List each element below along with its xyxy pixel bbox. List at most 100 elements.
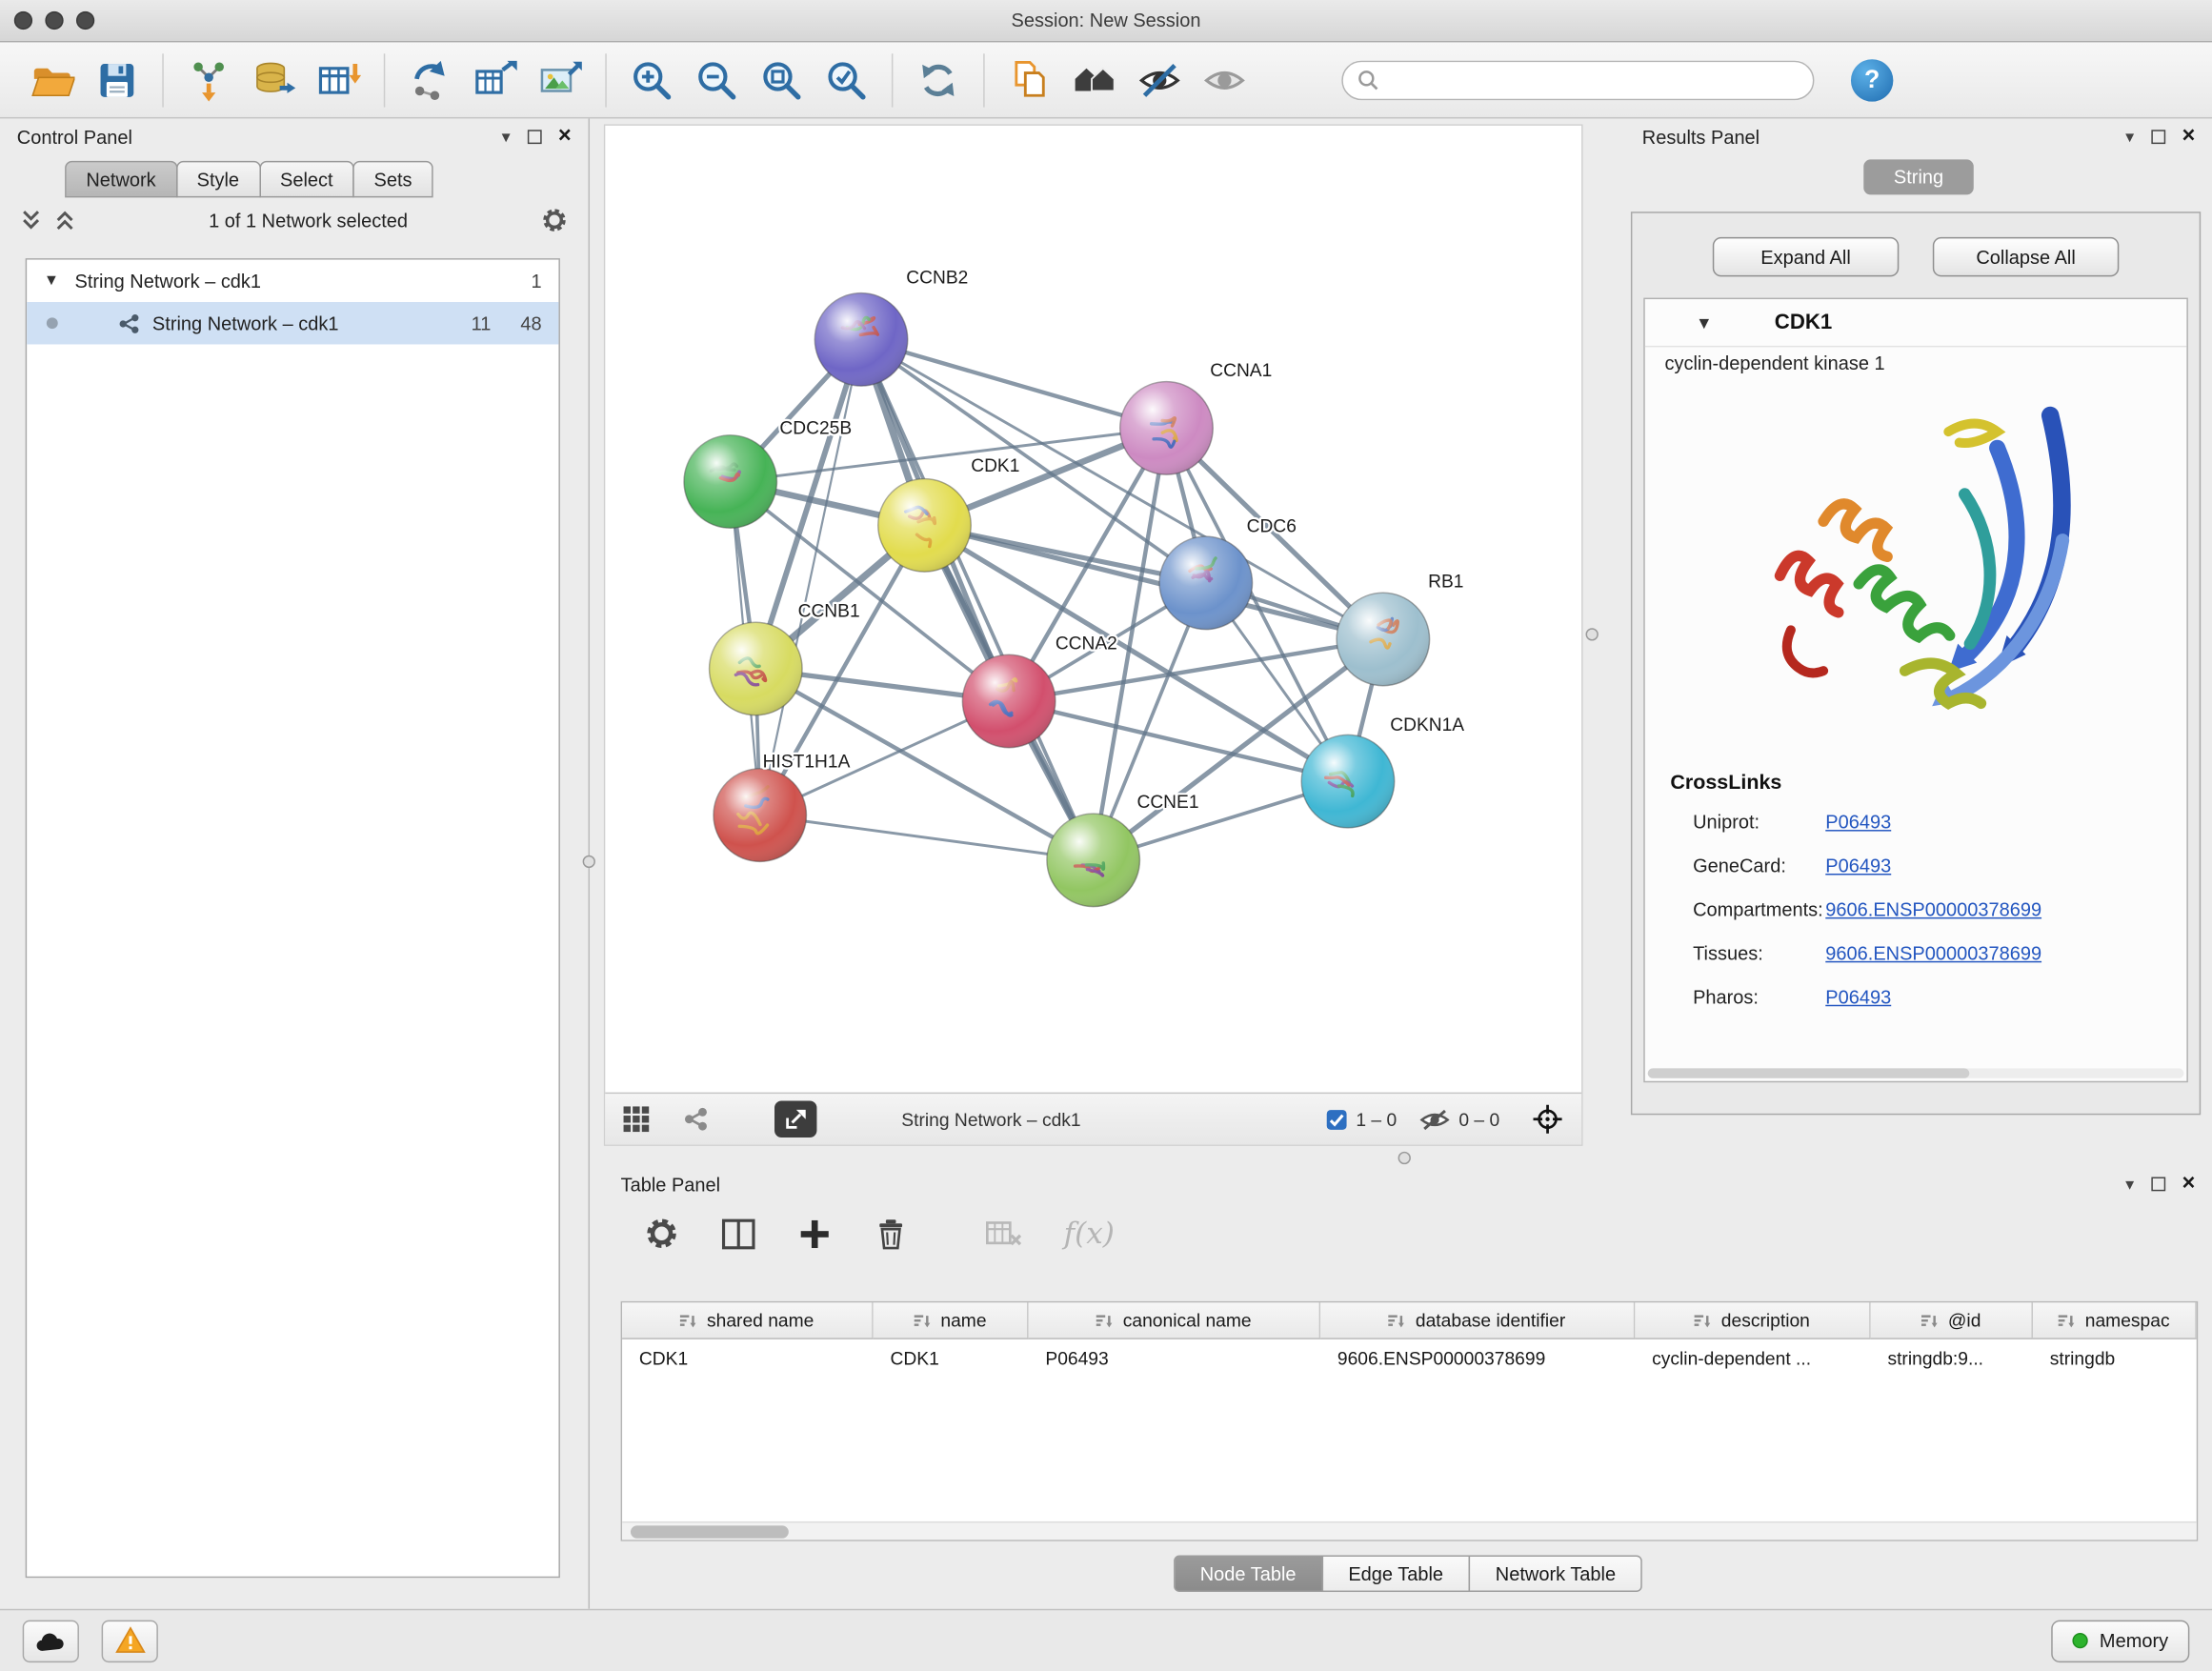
- network-node-hist1h1a[interactable]: HIST1H1A: [714, 752, 851, 861]
- apply-layout-button[interactable]: [906, 48, 971, 112]
- search-input[interactable]: [1387, 70, 1799, 91]
- zoom-in-button[interactable]: [619, 48, 684, 112]
- tab-select[interactable]: Select: [259, 161, 354, 198]
- tree-expander-icon[interactable]: ▼: [44, 272, 64, 290]
- tab-edge-table[interactable]: Edge Table: [1321, 1556, 1470, 1593]
- column-header-shared-name[interactable]: shared name: [622, 1302, 874, 1339]
- crosslink-link[interactable]: P06493: [1825, 986, 1891, 1007]
- network-node-ccna1[interactable]: CCNA1: [1120, 361, 1273, 474]
- close-window-button[interactable]: [14, 11, 32, 30]
- table-settings-button[interactable]: [637, 1210, 685, 1258]
- export-view-button[interactable]: [774, 1100, 816, 1137]
- panel-close-icon[interactable]: ×: [558, 126, 572, 149]
- column-header-id[interactable]: @id: [1871, 1302, 2033, 1339]
- zoom-selected-button[interactable]: [814, 48, 878, 112]
- collapse-caret-icon[interactable]: ▼: [1696, 312, 1713, 332]
- results-scrollbar[interactable]: [1648, 1068, 2184, 1077]
- documents-button[interactable]: [997, 48, 1062, 112]
- maximize-window-button[interactable]: [76, 11, 94, 30]
- tab-network-table[interactable]: Network Table: [1469, 1556, 1643, 1593]
- warnings-button[interactable]: [102, 1620, 158, 1661]
- expand-all-button[interactable]: Expand All: [1713, 237, 1899, 276]
- panel-float-icon[interactable]: [527, 130, 541, 144]
- network-collection-row[interactable]: ▼ String Network – cdk1 1: [27, 260, 558, 302]
- network-node-rb1[interactable]: RB1: [1337, 572, 1463, 685]
- horizontal-splitter-handle[interactable]: [1398, 1152, 1411, 1164]
- column-header-description[interactable]: description: [1635, 1302, 1870, 1339]
- minimize-window-button[interactable]: [45, 11, 63, 30]
- network-node-cdkn1a[interactable]: CDKN1A: [1301, 715, 1464, 828]
- import-network-file-button[interactable]: [176, 48, 241, 112]
- table-horizontal-scrollbar[interactable]: [622, 1521, 2197, 1540]
- panel-float-icon[interactable]: [2151, 130, 2165, 144]
- crosslink-link[interactable]: P06493: [1825, 812, 1891, 833]
- network-edge[interactable]: [760, 339, 861, 815]
- show-all-button[interactable]: [1192, 48, 1257, 112]
- tab-network[interactable]: Network: [65, 161, 177, 198]
- tab-sets[interactable]: Sets: [352, 161, 432, 198]
- selected-checkbox-icon[interactable]: [1326, 1109, 1347, 1130]
- collapse-all-button[interactable]: Collapse All: [1933, 237, 2119, 276]
- network-edge[interactable]: [1009, 701, 1348, 781]
- zoom-fit-button[interactable]: [749, 48, 814, 112]
- function-builder-button[interactable]: f(x): [1056, 1210, 1123, 1258]
- zoom-out-button[interactable]: [684, 48, 749, 112]
- hidden-eye-icon[interactable]: [1419, 1106, 1451, 1133]
- crosslink-link[interactable]: P06493: [1825, 856, 1891, 876]
- gene-section-header[interactable]: ▼ CDK1: [1645, 299, 2187, 347]
- panel-float-icon[interactable]: [2151, 1177, 2165, 1191]
- import-network-database-button[interactable]: [241, 48, 306, 112]
- gear-icon[interactable]: [540, 206, 569, 234]
- panel-menu-icon[interactable]: ▾: [502, 129, 511, 146]
- save-session-button[interactable]: [85, 48, 150, 112]
- open-folder-icon: [30, 57, 74, 102]
- network-canvas[interactable]: CCNB2CCNA1CDC25BCDK1CDC6RB1CCNB1CCNA2CDK…: [605, 126, 1581, 1093]
- delete-column-button[interactable]: [866, 1210, 914, 1258]
- collapse-all-icon[interactable]: [20, 208, 43, 233]
- table-row[interactable]: CDK1 CDK1 P06493 9606.ENSP00000378699 cy…: [622, 1339, 2197, 1378]
- delete-table-button[interactable]: [979, 1210, 1027, 1258]
- network-graph[interactable]: CCNB2CCNA1CDC25BCDK1CDC6RB1CCNB1CCNA2CDK…: [605, 126, 1581, 1093]
- network-node-cdk1[interactable]: CDK1: [878, 456, 1020, 572]
- vertical-splitter-handle[interactable]: [1586, 628, 1599, 640]
- crosshair-icon[interactable]: [1531, 1102, 1565, 1137]
- tab-style[interactable]: Style: [175, 161, 260, 198]
- scrollbar-thumb[interactable]: [631, 1525, 789, 1538]
- export-network-button[interactable]: [398, 48, 463, 112]
- grid-view-icon[interactable]: [622, 1105, 651, 1134]
- cloud-status-button[interactable]: [23, 1620, 79, 1661]
- vertical-splitter-handle[interactable]: [583, 856, 595, 868]
- network-edge[interactable]: [925, 525, 1383, 639]
- show-columns-button[interactable]: [714, 1210, 761, 1258]
- panel-close-icon[interactable]: ×: [2182, 1173, 2195, 1196]
- network-node-ccnb2[interactable]: CCNB2: [814, 268, 968, 386]
- home-button[interactable]: [1062, 48, 1127, 112]
- column-header-database-identifier[interactable]: database identifier: [1320, 1302, 1635, 1339]
- export-image-button[interactable]: [528, 48, 593, 112]
- network-row-selected[interactable]: String Network – cdk1 11 48: [27, 302, 558, 344]
- crosslink-link[interactable]: 9606.ENSP00000378699: [1825, 899, 2041, 920]
- column-header-canonical-name[interactable]: canonical name: [1029, 1302, 1321, 1339]
- tab-string[interactable]: String: [1863, 159, 1974, 194]
- network-edge[interactable]: [861, 339, 1094, 860]
- help-button[interactable]: ?: [1851, 58, 1893, 100]
- panel-menu-icon[interactable]: ▾: [2125, 129, 2134, 146]
- memory-button[interactable]: Memory: [2052, 1620, 2190, 1661]
- crosslink-link[interactable]: 9606.ENSP00000378699: [1825, 943, 2041, 964]
- column-header-name[interactable]: name: [874, 1302, 1029, 1339]
- birdseye-view-icon[interactable]: [681, 1105, 710, 1134]
- network-node-ccnb1[interactable]: CCNB1: [710, 601, 860, 715]
- network-edge[interactable]: [861, 339, 1166, 428]
- network-edge[interactable]: [760, 815, 1094, 860]
- hide-selected-button[interactable]: [1127, 48, 1192, 112]
- export-table-button[interactable]: [463, 48, 528, 112]
- add-column-button[interactable]: [790, 1210, 837, 1258]
- panel-close-icon[interactable]: ×: [2182, 126, 2195, 149]
- zoom-out-icon: [694, 57, 739, 102]
- import-table-file-button[interactable]: [306, 48, 371, 112]
- open-session-button[interactable]: [20, 48, 85, 112]
- panel-menu-icon[interactable]: ▾: [2125, 1176, 2134, 1193]
- tab-node-table[interactable]: Node Table: [1174, 1556, 1323, 1593]
- column-header-namespace[interactable]: namespac: [2033, 1302, 2197, 1339]
- expand-all-icon[interactable]: [53, 208, 76, 233]
